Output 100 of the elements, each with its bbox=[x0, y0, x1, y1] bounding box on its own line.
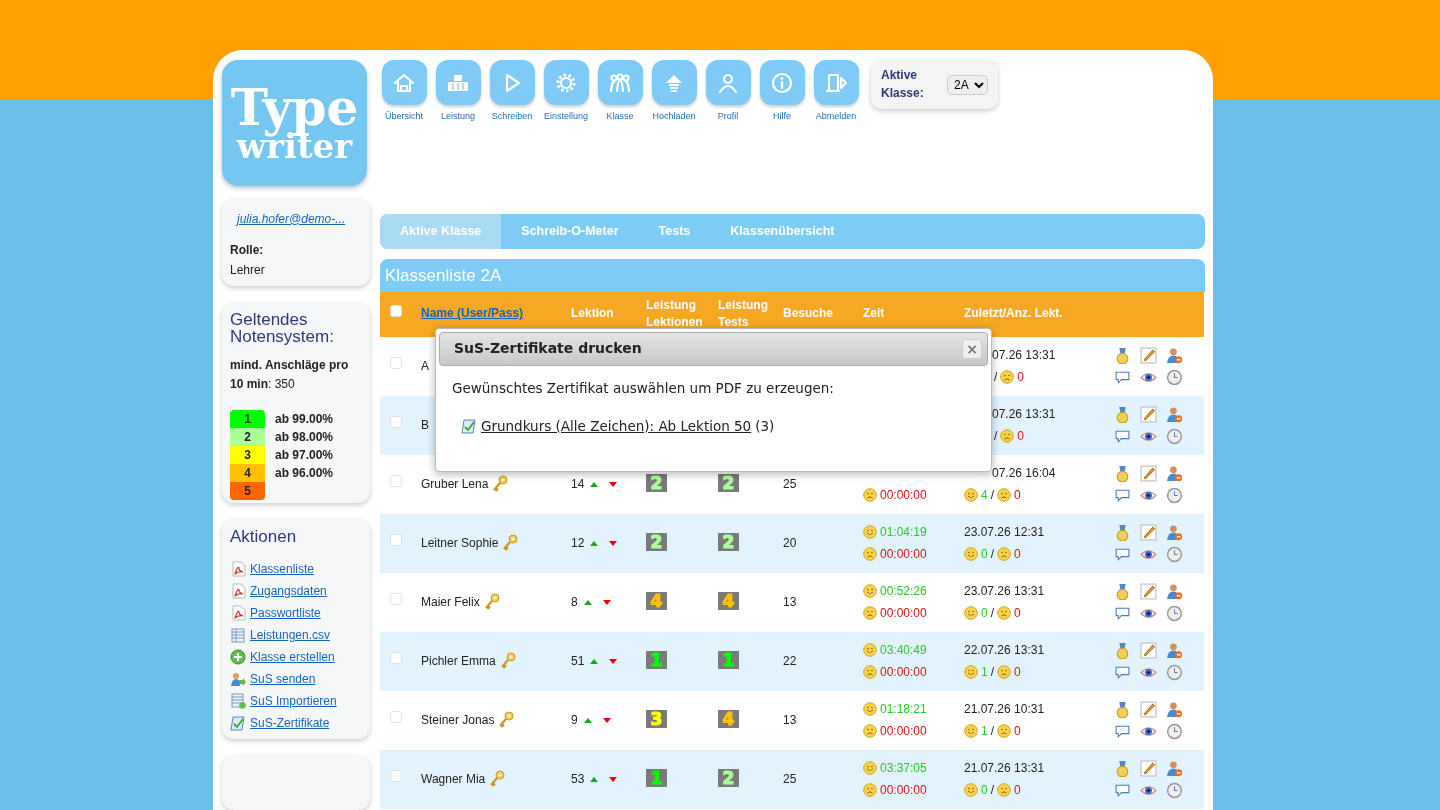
user-remove-icon[interactable] bbox=[1166, 523, 1183, 541]
count-value: 0 bbox=[1014, 782, 1021, 799]
clock-icon[interactable] bbox=[1166, 486, 1183, 504]
up-arrow-icon[interactable] bbox=[590, 540, 599, 546]
count-value: 0 bbox=[981, 782, 988, 799]
sad-icon bbox=[863, 488, 877, 502]
row-checkbox[interactable] bbox=[390, 475, 402, 487]
import-icon bbox=[230, 692, 246, 709]
student-name: B bbox=[421, 417, 429, 434]
student-name: A bbox=[421, 358, 429, 375]
row-checkbox[interactable] bbox=[390, 357, 402, 369]
action-link[interactable]: Passwortliste bbox=[250, 603, 321, 622]
action-link[interactable]: Zugangsdaten bbox=[250, 581, 327, 600]
time-value: 00:52:26 bbox=[880, 583, 927, 600]
row-checkbox[interactable] bbox=[390, 711, 402, 723]
down-arrow-icon[interactable] bbox=[609, 776, 618, 782]
select-all-checkbox[interactable] bbox=[390, 305, 402, 318]
action-link[interactable]: SuS Importieren bbox=[250, 691, 337, 710]
role-value: Lehrer bbox=[230, 261, 265, 279]
row-checkbox[interactable] bbox=[390, 770, 402, 782]
grade-badge: 1 bbox=[646, 769, 667, 787]
pencil-icon[interactable] bbox=[1140, 523, 1157, 541]
action-link[interactable]: SuS senden bbox=[250, 669, 316, 688]
email-link[interactable]: julia.hofer@demo-... bbox=[237, 209, 362, 228]
time-value: 00:00:00 bbox=[880, 782, 927, 799]
grade-swatch: 3 bbox=[230, 446, 265, 465]
down-arrow-icon[interactable] bbox=[602, 599, 611, 605]
clock-icon[interactable] bbox=[1166, 368, 1183, 386]
up-arrow-icon[interactable] bbox=[590, 481, 599, 487]
visit-count: 20 bbox=[783, 536, 797, 550]
grade-badge: 2 bbox=[718, 769, 739, 787]
happy-icon bbox=[964, 488, 978, 502]
row-checkbox[interactable] bbox=[390, 416, 402, 428]
medal-icon[interactable] bbox=[1114, 582, 1131, 600]
pencil-icon[interactable] bbox=[1140, 405, 1157, 423]
grade-badge: 4 bbox=[718, 592, 739, 610]
up-arrow-icon[interactable] bbox=[590, 776, 599, 782]
action-link[interactable]: Klassenliste bbox=[250, 559, 315, 578]
up-arrow-icon[interactable] bbox=[583, 599, 592, 605]
clock-icon[interactable] bbox=[1166, 545, 1183, 563]
action-link[interactable]: Klasse erstellen bbox=[250, 647, 335, 666]
pencil-icon[interactable] bbox=[1140, 700, 1157, 718]
lesson-number: 12 bbox=[571, 535, 585, 552]
pencil-icon[interactable] bbox=[1140, 759, 1157, 777]
down-arrow-icon[interactable] bbox=[609, 481, 618, 487]
clock-icon[interactable] bbox=[1166, 604, 1183, 622]
grade-threshold: ab 99.00% bbox=[275, 411, 334, 429]
class-select[interactable]: 2A bbox=[947, 74, 988, 95]
close-button[interactable]: × bbox=[962, 338, 982, 359]
certificate-link[interactable]: Grundkurs (Alle Zeichen): Ab Lektion 50 bbox=[481, 415, 752, 436]
user-remove-icon[interactable] bbox=[1166, 700, 1183, 718]
action-link[interactable]: Leistungen.csv bbox=[250, 625, 331, 644]
pencil-icon[interactable] bbox=[1140, 346, 1157, 364]
dialog-text: Gewünschtes Zertifikat auswählen um PDF zu erzeugen: bbox=[452, 378, 835, 398]
time-value: 00:00:00 bbox=[880, 664, 927, 681]
user-remove-icon[interactable] bbox=[1166, 641, 1183, 659]
last-visit-date: 22.07.26 13:31 bbox=[964, 642, 1045, 659]
row-checkbox[interactable] bbox=[390, 534, 402, 546]
pencil-icon[interactable] bbox=[1140, 582, 1157, 600]
medal-icon[interactable] bbox=[1114, 346, 1131, 364]
count-value: 0 bbox=[1017, 369, 1025, 386]
medal-icon[interactable] bbox=[1114, 641, 1131, 659]
row-checkbox[interactable] bbox=[390, 593, 402, 605]
down-arrow-icon[interactable] bbox=[609, 540, 618, 546]
down-arrow-icon[interactable] bbox=[609, 658, 618, 664]
count-value: 0 bbox=[1014, 664, 1021, 681]
lesson-number: 53 bbox=[571, 771, 585, 788]
medal-icon[interactable] bbox=[1114, 759, 1131, 777]
visit-count: 25 bbox=[783, 477, 797, 491]
time-value: 01:18:21 bbox=[880, 701, 927, 718]
visit-count: 13 bbox=[783, 595, 797, 609]
sad-icon bbox=[1000, 429, 1015, 443]
user-remove-icon[interactable] bbox=[1166, 405, 1183, 423]
pdf-icon bbox=[230, 604, 246, 621]
clock-icon[interactable] bbox=[1166, 781, 1183, 799]
grade-badge: 4 bbox=[718, 710, 739, 728]
medal-icon[interactable] bbox=[1114, 464, 1131, 482]
card-title: Geltendes Notensystem: bbox=[230, 310, 335, 347]
row-checkbox[interactable] bbox=[390, 652, 402, 664]
user-remove-icon[interactable] bbox=[1166, 346, 1183, 364]
count-value: 1 bbox=[981, 664, 988, 681]
certificate-icon bbox=[230, 714, 246, 731]
user-remove-icon[interactable] bbox=[1166, 464, 1183, 482]
clock-icon[interactable] bbox=[1166, 722, 1183, 740]
pencil-icon[interactable] bbox=[1140, 464, 1157, 482]
medal-icon[interactable] bbox=[1114, 523, 1131, 541]
clock-icon[interactable] bbox=[1166, 663, 1183, 681]
down-arrow-icon[interactable] bbox=[602, 717, 611, 723]
action-link[interactable]: SuS-Zertifikate bbox=[250, 713, 330, 732]
medal-icon[interactable] bbox=[1114, 405, 1131, 423]
grade-threshold: ab 97.00% bbox=[275, 447, 334, 465]
count-value: 0 bbox=[1014, 723, 1021, 740]
clock-icon[interactable] bbox=[1166, 427, 1183, 445]
grade-badge: 4 bbox=[646, 592, 667, 610]
medal-icon[interactable] bbox=[1114, 700, 1131, 718]
up-arrow-icon[interactable] bbox=[583, 717, 592, 723]
user-remove-icon[interactable] bbox=[1166, 759, 1183, 777]
pencil-icon[interactable] bbox=[1140, 641, 1157, 659]
user-remove-icon[interactable] bbox=[1166, 582, 1183, 600]
up-arrow-icon[interactable] bbox=[590, 658, 599, 664]
